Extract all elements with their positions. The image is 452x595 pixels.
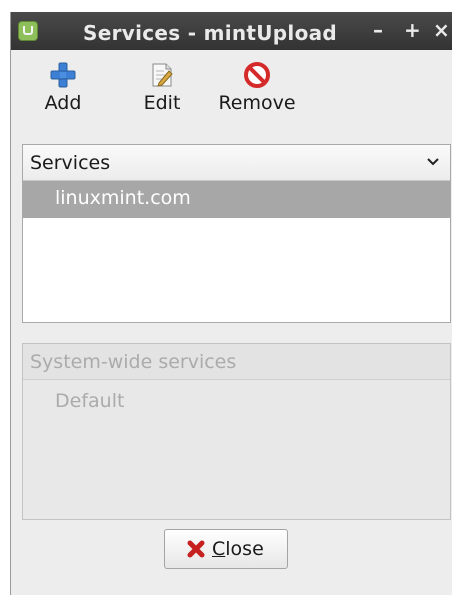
- remove-label: Remove: [218, 92, 296, 114]
- window-title: Services - mintUpload: [83, 21, 338, 45]
- service-name: linuxmint.com: [55, 187, 191, 209]
- window-close-button[interactable]: ×: [433, 18, 450, 42]
- services-window: Services - mintUpload – + × Add Edit Rem…: [10, 12, 452, 595]
- system-services-column-header: System-wide services: [23, 344, 450, 380]
- remove-button[interactable]: Remove: [217, 62, 297, 114]
- close-icon: [187, 540, 205, 558]
- close-label: Close: [212, 538, 264, 560]
- system-services-header-label: System-wide services: [30, 351, 237, 373]
- remove-icon: [244, 62, 270, 88]
- mint-app-icon: [18, 21, 38, 41]
- list-item[interactable]: linuxmint.com: [23, 181, 450, 218]
- list-item: Default: [55, 390, 125, 412]
- add-label: Add: [44, 92, 82, 114]
- edit-button[interactable]: Edit: [139, 62, 185, 114]
- title-bar[interactable]: Services - mintUpload – + ×: [11, 12, 452, 50]
- services-header-label: Services: [30, 152, 111, 174]
- edit-label: Edit: [143, 92, 181, 114]
- services-list[interactable]: Services linuxmint.com: [22, 144, 451, 323]
- system-services-list: System-wide services Default: [22, 343, 451, 520]
- close-button[interactable]: Close: [164, 529, 288, 569]
- minimize-button[interactable]: –: [373, 18, 383, 42]
- add-button[interactable]: Add: [42, 62, 84, 114]
- maximize-button[interactable]: +: [404, 18, 421, 42]
- chevron-down-icon: [427, 158, 439, 166]
- edit-icon: [152, 63, 173, 87]
- services-column-header[interactable]: Services: [23, 145, 450, 181]
- plus-icon: [50, 62, 76, 88]
